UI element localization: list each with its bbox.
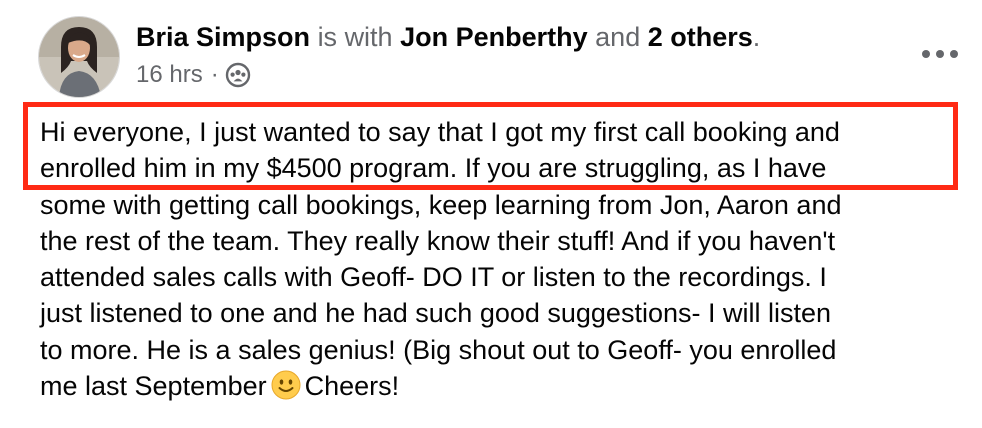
author-avatar[interactable] [38,16,120,98]
more-options-button[interactable] [912,36,968,72]
with-connector: is with [317,22,393,52]
meta-separator: · [210,61,219,88]
more-options-icon [922,50,958,58]
post-text-closing: Cheers! [304,371,400,402]
author-name[interactable]: Bria Simpson [136,22,310,52]
post-header: Bria Simpson is with Jon Penberthy and 2… [136,20,760,54]
slightly-smiling-face-emoji [271,370,301,400]
header-period: . [752,22,761,52]
tagged-others-link[interactable]: 2 others [648,22,753,52]
and-connector: and [595,22,641,52]
post-timestamp[interactable]: 16 hrs [136,60,203,90]
highlight-annotation-box [23,102,958,190]
post-meta: 16 hrs · [136,60,251,90]
group-audience-icon[interactable] [225,62,251,88]
tagged-person-name[interactable]: Jon Penberthy [400,22,588,52]
